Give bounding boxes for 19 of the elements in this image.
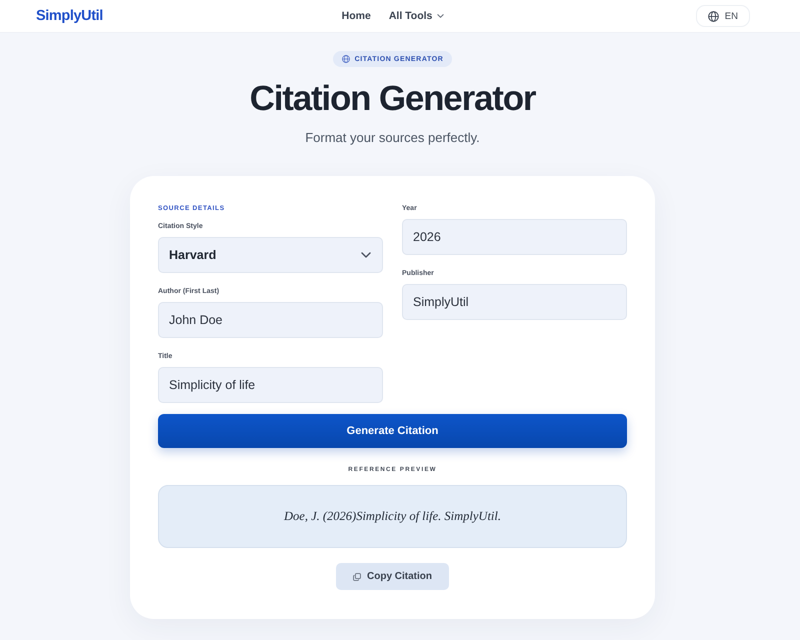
site-logo[interactable]: SimplyUtil xyxy=(36,8,103,24)
generate-button[interactable]: Generate Citation xyxy=(158,414,627,448)
input-field[interactable]: SimplyUtil xyxy=(402,284,627,320)
input-field[interactable]: 2026 xyxy=(402,219,627,255)
page-title: Citation Generator xyxy=(250,79,536,119)
language-button[interactable]: EN xyxy=(696,5,750,27)
copy-icon xyxy=(353,572,361,580)
chevron-down-icon xyxy=(437,14,444,18)
citation-text: Doe, J. (2026)Simplicity of life. SimplyUtil. xyxy=(284,509,501,524)
input-field[interactable]: John Doe xyxy=(158,302,383,338)
chevron-down-icon xyxy=(361,252,371,258)
globe-icon xyxy=(708,10,719,22)
input-field[interactable]: Simplicity of life xyxy=(158,367,383,403)
copy-button[interactable]: Copy Citation xyxy=(336,563,449,590)
page-subtitle: Format your sources perfectly. xyxy=(305,129,480,147)
nav-link[interactable]: Home xyxy=(342,10,371,22)
nav-dropdown[interactable]: All Tools xyxy=(388,10,444,22)
globe-icon xyxy=(342,55,350,63)
dropdown-select[interactable]: Harvard xyxy=(158,237,383,273)
